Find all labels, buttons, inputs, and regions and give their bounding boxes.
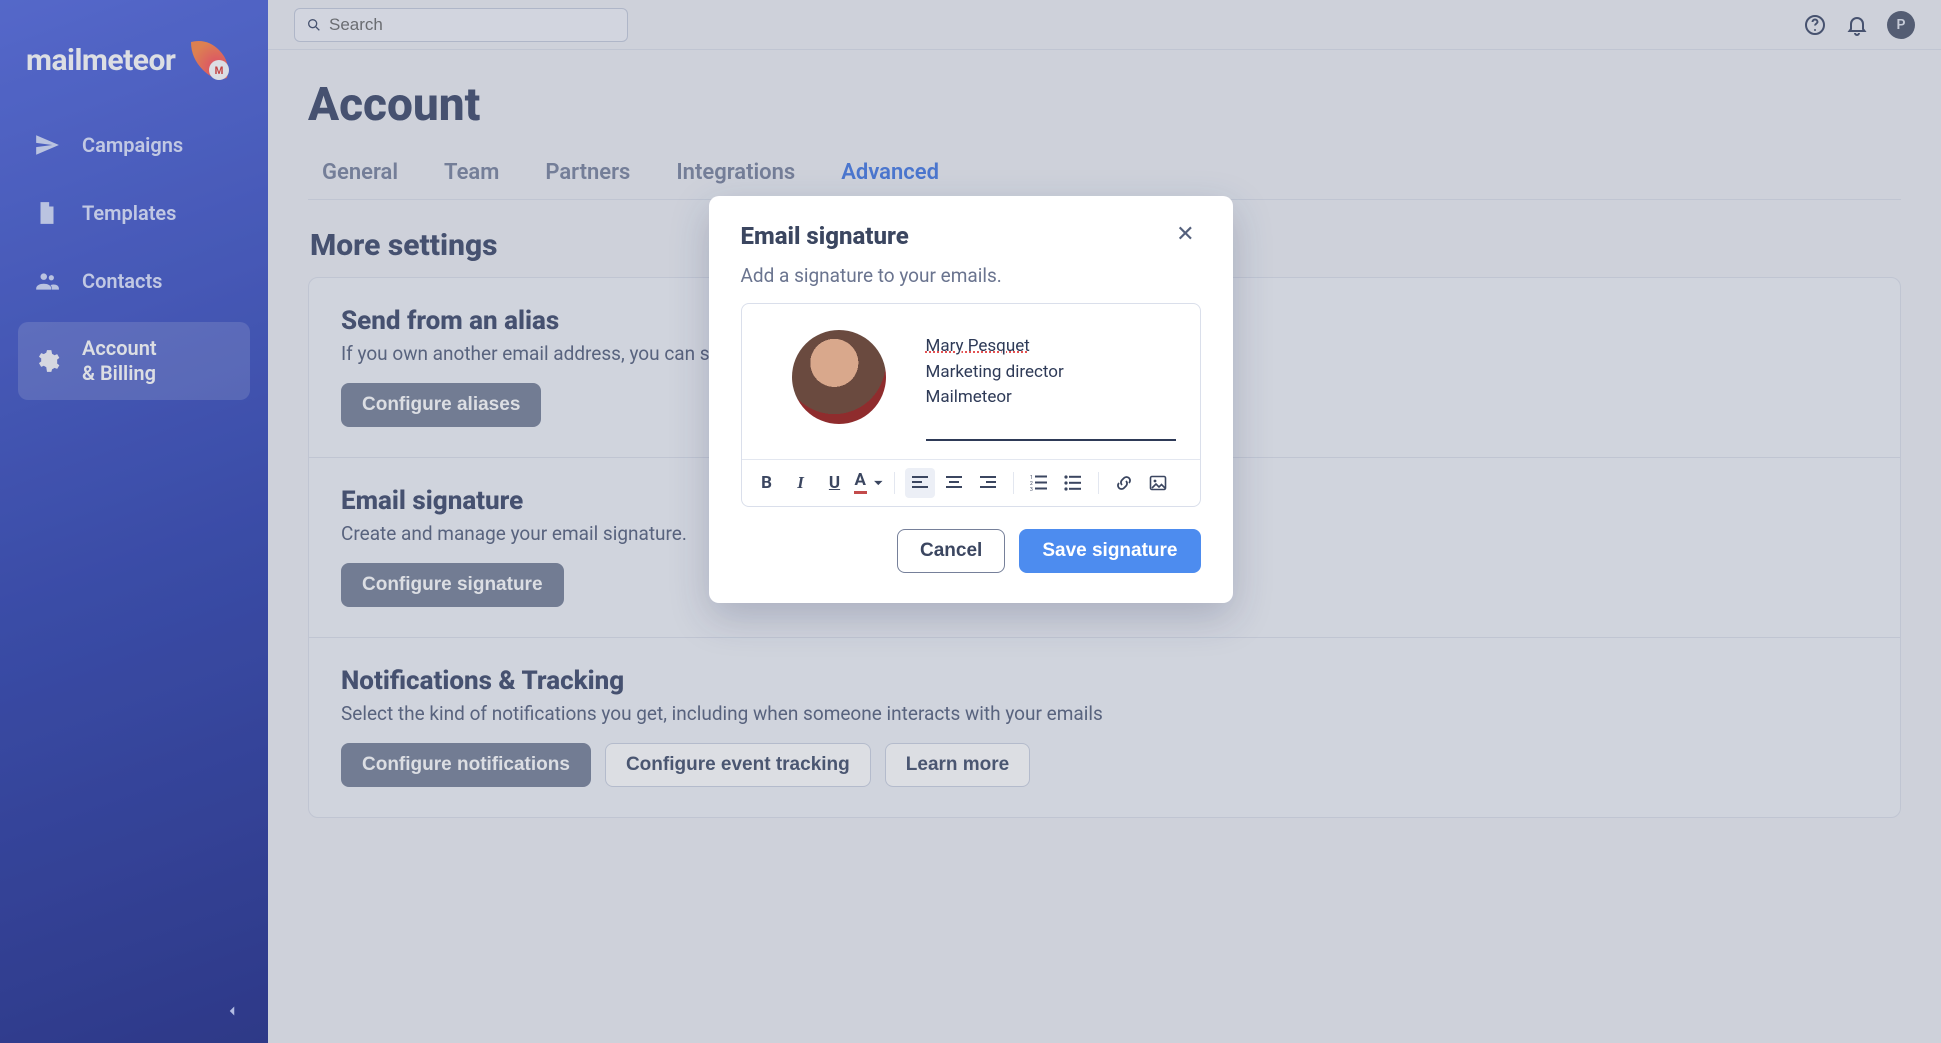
bullet-list-icon xyxy=(1064,474,1082,492)
italic-icon: I xyxy=(797,473,804,493)
bold-button[interactable]: B xyxy=(752,468,782,498)
close-icon: ✕ xyxy=(1176,222,1194,247)
align-center-icon xyxy=(945,474,963,492)
signature-company: Mailmeteor xyxy=(926,385,1176,411)
align-left-button[interactable] xyxy=(905,468,935,498)
editor-toolbar: B I U A 123 xyxy=(742,459,1200,506)
link-button[interactable] xyxy=(1109,468,1139,498)
save-signature-button[interactable]: Save signature xyxy=(1019,529,1200,573)
modal-actions: Cancel Save signature xyxy=(741,529,1201,573)
align-left-icon xyxy=(911,474,929,492)
link-icon xyxy=(1115,474,1133,492)
ordered-list-icon: 123 xyxy=(1030,474,1048,492)
italic-button[interactable]: I xyxy=(786,468,816,498)
signature-editor-body[interactable]: Mary Pesquet Marketing director Mailmete… xyxy=(742,304,1200,459)
image-button[interactable] xyxy=(1143,468,1173,498)
underline-icon: U xyxy=(829,473,840,493)
ordered-list-button[interactable]: 123 xyxy=(1024,468,1054,498)
chevron-down-icon xyxy=(873,474,884,492)
modal-close-button[interactable]: ✕ xyxy=(1170,222,1200,248)
bullet-list-button[interactable] xyxy=(1058,468,1088,498)
align-right-icon xyxy=(979,474,997,492)
cancel-button[interactable]: Cancel xyxy=(897,529,1005,573)
underline-button[interactable]: U xyxy=(820,468,850,498)
modal-title: Email signature xyxy=(741,222,909,250)
bold-icon: B xyxy=(761,473,772,493)
align-right-button[interactable] xyxy=(973,468,1003,498)
modal-subtitle: Add a signature to your emails. xyxy=(741,264,1201,287)
signature-divider xyxy=(926,439,1176,441)
signature-avatar xyxy=(792,330,886,424)
svg-text:3: 3 xyxy=(1030,487,1033,492)
toolbar-separator xyxy=(1013,472,1014,494)
toolbar-separator xyxy=(1098,472,1099,494)
text-color-icon: A xyxy=(854,472,867,494)
email-signature-modal: Email signature ✕ Add a signature to you… xyxy=(709,196,1233,603)
image-icon xyxy=(1149,474,1167,492)
signature-text: Mary Pesquet Marketing director Mailmete… xyxy=(926,330,1176,441)
text-color-button[interactable]: A xyxy=(854,468,884,498)
align-center-button[interactable] xyxy=(939,468,969,498)
signature-name: Mary Pesquet xyxy=(926,334,1176,360)
toolbar-separator xyxy=(894,472,895,494)
signature-role: Marketing director xyxy=(926,360,1176,386)
modal-overlay[interactable]: Email signature ✕ Add a signature to you… xyxy=(0,0,1941,1043)
signature-editor: Mary Pesquet Marketing director Mailmete… xyxy=(741,303,1201,507)
